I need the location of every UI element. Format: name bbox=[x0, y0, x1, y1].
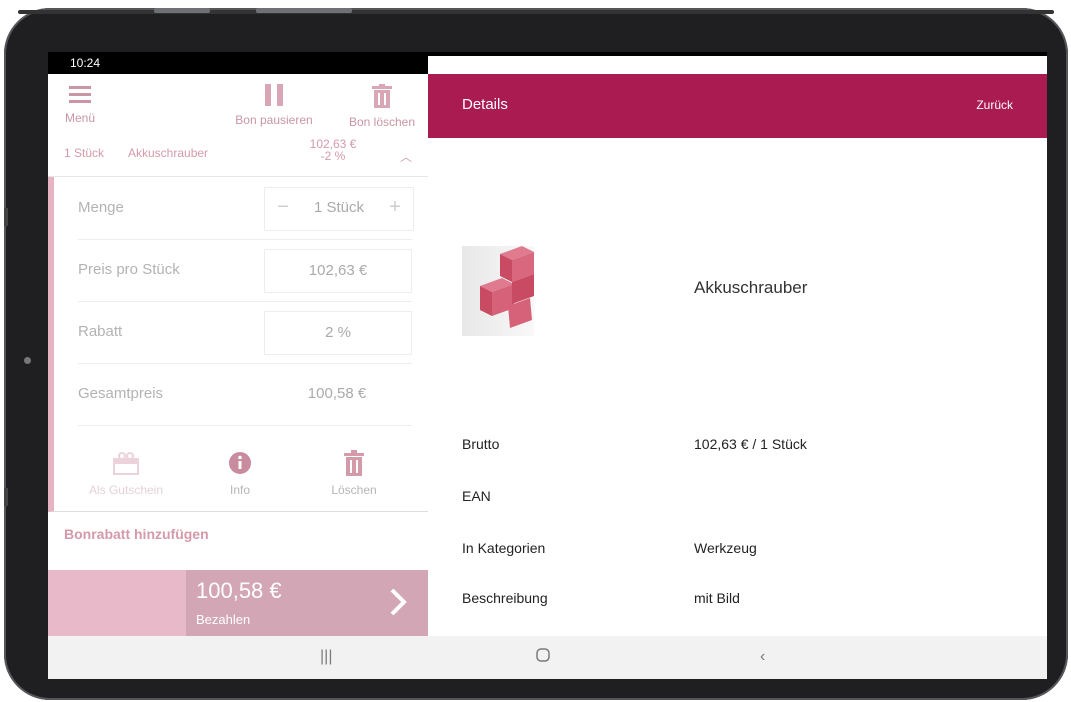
chevron-right-icon bbox=[390, 588, 407, 616]
brutto-label: Brutto bbox=[462, 436, 500, 452]
trash-icon bbox=[372, 84, 392, 108]
quantity-stepper: − 1 Stück + bbox=[264, 187, 414, 231]
delete-item-label: Löschen bbox=[331, 483, 377, 497]
pause-icon bbox=[265, 84, 283, 106]
battery-icon: ▮ bbox=[490, 56, 497, 70]
info-label: Info bbox=[229, 483, 250, 497]
tablet-frame: 10:24 🔇︎ ◔ ⊘ 70% ▮ Menü Bon pausieren Bo… bbox=[4, 8, 1068, 700]
delete-item-button[interactable]: Löschen bbox=[304, 449, 404, 497]
pause-label: Bon pausieren bbox=[235, 113, 313, 127]
side-key bbox=[4, 488, 8, 506]
categories-label: In Kategorien bbox=[462, 540, 546, 556]
cart-pane: Menü Bon pausieren Bon löschen 1 Stück A… bbox=[48, 74, 433, 636]
cart-item-price-block: 102,63 € -2 % bbox=[298, 138, 368, 162]
hamburger-icon bbox=[69, 86, 91, 103]
details-header: Details Zurück bbox=[428, 74, 1047, 138]
pause-bon-button[interactable]: Bon pausieren bbox=[232, 84, 316, 127]
side-key bbox=[4, 208, 8, 226]
mute-icon: 🔇︎ bbox=[428, 56, 436, 70]
categories-value: Werkzeug bbox=[694, 540, 757, 556]
cubes-icon bbox=[480, 246, 534, 328]
back-button[interactable]: Zurück bbox=[976, 98, 1013, 112]
total-price-label: Gesamtpreis bbox=[78, 385, 164, 402]
total-price-row: Gesamtpreis 100,58 € bbox=[78, 363, 412, 426]
menu-button[interactable]: Menü bbox=[60, 86, 100, 125]
cart-item-header[interactable]: 1 Stück Akkuschrauber 102,63 € -2 % ︿ bbox=[48, 138, 428, 177]
quantity-row: Menge − 1 Stück + bbox=[78, 177, 414, 240]
gift-icon bbox=[113, 452, 139, 475]
battery-level: 70% bbox=[462, 56, 487, 70]
details-pane: Details Zurück Akkuschrauber Brutto 102,… bbox=[428, 74, 1047, 636]
pay-bar: 100,58 € Bezahlen bbox=[48, 570, 428, 636]
cart-item-name: Akkuschrauber bbox=[128, 146, 209, 160]
as-voucher-button[interactable]: Als Gutschein bbox=[76, 449, 176, 497]
add-receipt-discount-button[interactable]: Bonrabatt hinzufügen bbox=[64, 526, 209, 542]
brutto-value: 102,63 € / 1 Stück bbox=[694, 436, 807, 452]
discount-field[interactable]: 2 % bbox=[264, 311, 412, 355]
item-actions: Als Gutschein Info Löschen bbox=[54, 441, 426, 509]
status-time: 10:24 bbox=[70, 56, 101, 70]
chevron-up-icon[interactable]: ︿ bbox=[400, 148, 412, 165]
product-name: Akkuschrauber bbox=[694, 278, 808, 297]
recent-apps-button[interactable]: ||| bbox=[320, 648, 332, 666]
unit-price-row: Preis pro Stück 102,63 € bbox=[78, 239, 412, 302]
cart-toolbar: Menü Bon pausieren Bon löschen bbox=[48, 74, 428, 138]
as-voucher-label: Als Gutschein bbox=[88, 483, 164, 497]
info-icon bbox=[229, 452, 251, 474]
cart-item-details: Menge − 1 Stück + Preis pro Stück 102,63… bbox=[48, 177, 433, 512]
pay-label: Bezahlen bbox=[196, 612, 251, 627]
delete-bon-button[interactable]: Bon löschen bbox=[340, 84, 424, 129]
decrement-button[interactable]: − bbox=[265, 196, 301, 219]
unit-price-label: Preis pro Stück bbox=[78, 261, 180, 278]
tablet-screen: 10:24 🔇︎ ◔ ⊘ 70% ▮ Menü Bon pausieren Bo… bbox=[48, 52, 1047, 679]
menu-label: Menü bbox=[64, 111, 96, 125]
total-price-value: 100,58 € bbox=[307, 385, 367, 402]
back-nav-button[interactable]: ‹ bbox=[760, 648, 765, 666]
cart-item-discount: -2 % bbox=[320, 149, 346, 163]
info-button[interactable]: Info bbox=[190, 449, 290, 497]
quantity-label: Menge bbox=[78, 199, 124, 216]
pay-amount: 100,58 € bbox=[196, 578, 282, 603]
discount-label: Rabatt bbox=[78, 323, 123, 340]
wifi-icon: ◔ bbox=[438, 56, 447, 70]
product-image bbox=[462, 246, 534, 336]
system-nav-bar: ||| ‹ bbox=[48, 636, 1047, 679]
status-bar: 10:24 🔇︎ ◔ ⊘ 70% ▮ bbox=[48, 52, 1047, 618]
ean-label: EAN bbox=[462, 488, 491, 504]
quantity-value: 1 Stück bbox=[313, 199, 365, 216]
delete-bon-label: Bon löschen bbox=[348, 115, 416, 129]
details-title: Details bbox=[462, 96, 508, 113]
power-button bbox=[256, 8, 352, 13]
home-icon bbox=[536, 648, 550, 662]
dnd-icon: ⊘ bbox=[449, 56, 460, 70]
camera-dot bbox=[24, 357, 31, 364]
trash-icon bbox=[344, 450, 364, 476]
pay-button[interactable]: 100,58 € Bezahlen bbox=[186, 570, 428, 636]
volume-button bbox=[154, 8, 210, 13]
description-label: Beschreibung bbox=[462, 590, 548, 606]
description-value: mit Bild bbox=[694, 590, 740, 606]
home-button[interactable] bbox=[536, 648, 550, 667]
unit-price-field[interactable]: 102,63 € bbox=[264, 249, 412, 293]
cart-item-quantity: 1 Stück bbox=[64, 146, 105, 160]
increment-button[interactable]: + bbox=[377, 196, 413, 219]
discount-row: Rabatt 2 % bbox=[78, 301, 412, 364]
